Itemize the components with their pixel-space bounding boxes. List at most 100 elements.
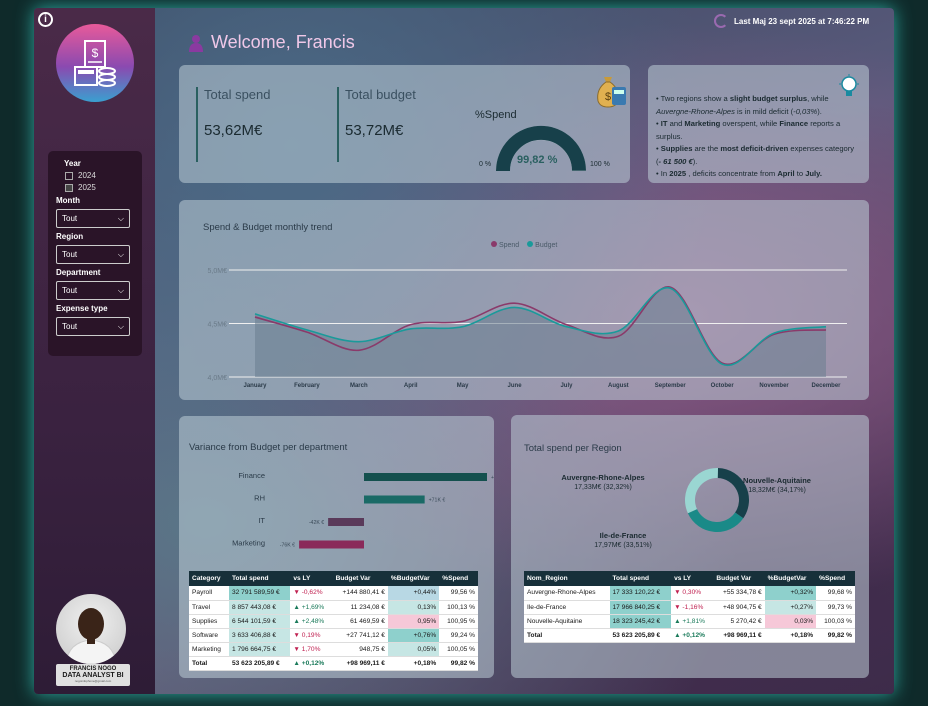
table-cell: 948,75 €: [332, 642, 388, 657]
table-row[interactable]: Supplies 6 544 101,59 € ▲ +2,48% 61 469,59 …: [189, 614, 478, 629]
profile-role: DATA ANALYST BI: [62, 672, 124, 679]
budget-area: [255, 287, 826, 377]
table-cell: 17 966 840,25 €: [609, 600, 672, 615]
table-row[interactable]: Marketing 1 796 664,75 € ▼ 1,70% 948,75 €0,…: [189, 642, 478, 657]
chevron-down-icon: ⌵: [117, 285, 124, 295]
table-cell: 61 469,59 €: [332, 614, 388, 629]
table-cell: 99,56 %: [439, 586, 478, 601]
table-row[interactable]: Payroll 32 791 589,59 € ▼ -0,62% +144 880,4…: [189, 586, 478, 601]
table-row[interactable]: Auvergne-Rhone-Alpes 17 333 120,22 € ▼ 0,3…: [524, 586, 855, 601]
pct-spend-value: 99,82 %: [517, 154, 558, 166]
donut-label-value: 17,97M€ (33,51%): [594, 542, 652, 549]
table-cell: 18 323 245,42 €: [609, 614, 672, 629]
gauge-max-label: 100 %: [590, 161, 610, 168]
table-cell: ▼ 0,19%: [290, 628, 333, 643]
table-cell: 99,82 %: [816, 627, 855, 643]
table-cell: ▲ +1,81%: [671, 614, 714, 629]
table-cell: 6 544 101,59 €: [228, 614, 291, 629]
variance-title: Variance from Budget per department: [189, 442, 348, 453]
x-tick-label: November: [759, 383, 789, 389]
month-dropdown[interactable]: Tout ⌵: [56, 209, 130, 228]
table-cell: Marketing: [189, 642, 229, 657]
last-update: Last Maj 23 sept 2025 at 7:46:22 PM: [714, 14, 869, 28]
department-dropdown[interactable]: Tout ⌵: [56, 281, 130, 300]
donut-slice[interactable]: [687, 509, 744, 532]
x-tick-label: June: [508, 383, 523, 389]
table-cell: ▼ -0,62%: [290, 586, 333, 601]
info-icon[interactable]: i: [38, 12, 53, 27]
total-budget-kpi: Total budget 53,72M€: [337, 87, 416, 162]
x-tick-label: March: [350, 383, 368, 389]
variance-bar[interactable]: [364, 495, 425, 504]
column-header[interactable]: %BudgetVar: [764, 571, 817, 586]
table-cell: 0,05%: [387, 642, 440, 657]
column-header[interactable]: vs LY: [671, 571, 714, 586]
y-tick-label: 4,5M€: [208, 322, 228, 329]
insight-item: Two regions show a slight budget surplus…: [656, 93, 856, 118]
column-header[interactable]: Nom_Region: [524, 571, 610, 586]
bar-category-label: Finance: [238, 471, 265, 480]
variance-bar[interactable]: [328, 518, 364, 526]
year-option-2024[interactable]: 2024: [65, 171, 134, 180]
column-header[interactable]: Category: [189, 571, 229, 586]
region-dropdown[interactable]: Tout ⌵: [56, 245, 130, 264]
column-header[interactable]: Budget Var: [332, 571, 388, 586]
table-cell: 17 333 120,22 €: [609, 586, 672, 601]
table-cell: Total: [189, 655, 229, 671]
bar-value-label: -76K €: [280, 543, 295, 549]
table-row[interactable]: Nouvelle-Aquitaine 18 323 245,42 € ▲ +1,81…: [524, 614, 855, 629]
table-cell: +48 904,75 €: [713, 600, 765, 615]
department-table: Category Total spend vs LY Budget Var %Budge…: [189, 571, 478, 671]
expense-filter-label: Expense type: [56, 304, 108, 313]
column-header[interactable]: Total spend: [609, 571, 672, 586]
column-header[interactable]: %BudgetVar: [387, 571, 440, 586]
money-bag-icon: $: [597, 77, 626, 108]
variance-bar[interactable]: [364, 473, 487, 481]
pct-spend-label: %Spend: [475, 109, 517, 121]
x-tick-label: August: [608, 383, 629, 389]
column-header[interactable]: %Spend: [439, 571, 478, 586]
table-row[interactable]: Ile-de-France 17 966 840,25 € ▼ -1,16% +48 …: [524, 600, 855, 615]
month-filter-label: Month: [56, 196, 80, 205]
refresh-icon[interactable]: [714, 14, 728, 28]
department-filter-label: Department: [56, 268, 101, 277]
expense-dropdown[interactable]: Tout ⌵: [56, 317, 130, 336]
insight-item: IT and Marketing overspent, while Financ…: [656, 118, 856, 143]
table-cell: Payroll: [189, 586, 229, 601]
table-cell: ▼ -1,16%: [671, 600, 714, 615]
region-table: Nom_Region Total spend vs LY Budget Var %Bud…: [524, 571, 855, 643]
table-cell: +0,44%: [387, 586, 440, 601]
table-row[interactable]: Software 3 633 406,88 € ▼ 0,19% +27 741,12 …: [189, 628, 478, 643]
table-cell: +0,18%: [764, 627, 817, 643]
svg-text:$: $: [605, 91, 611, 103]
table-cell: +0,32%: [764, 586, 817, 601]
table-cell: 32 791 589,59 €: [228, 586, 291, 601]
table-cell: ▲ +2,48%: [290, 614, 333, 629]
bar-category-label: Marketing: [232, 539, 265, 548]
filter-panel: Year 2024 2025 Month Tout ⌵ Region Tout ⌵ …: [48, 151, 142, 356]
kpi-card: Total spend 53,62M€ Total budget 53,72M€…: [179, 65, 630, 183]
column-header[interactable]: %Spend: [816, 571, 855, 586]
chevron-down-icon: ⌵: [117, 213, 124, 223]
profile-badge: FRANCIS NOGO DATA ANALYST BI nogoinfopho…: [56, 664, 130, 686]
y-tick-label: 4,0M€: [208, 375, 228, 382]
sidebar: i $ Year 2024 2025 Month Tout ⌵ Region To…: [34, 8, 155, 694]
variance-bar[interactable]: [299, 540, 364, 549]
table-cell: ▲ +1,69%: [290, 600, 333, 615]
budget-logo-icon: $: [56, 24, 134, 102]
checkbox-icon[interactable]: [65, 171, 73, 180]
table-cell: +27 741,12 €: [332, 628, 388, 643]
column-header[interactable]: Budget Var: [713, 571, 765, 586]
gauge-min-label: 0 %: [479, 161, 492, 168]
table-cell: ▼ 0,30%: [671, 586, 714, 601]
insight-item: In 2025 , deficits concentrate from Apri…: [656, 168, 856, 181]
column-header[interactable]: vs LY: [290, 571, 333, 586]
table-row[interactable]: Travel 8 857 443,08 € ▲ +1,69% 11 234,08 €0…: [189, 600, 478, 615]
table-cell: 100,05 %: [439, 642, 478, 657]
table-cell: 100,13 %: [439, 600, 478, 615]
donut-slice[interactable]: [685, 468, 719, 514]
table-cell: 53 623 205,89 €: [228, 655, 291, 671]
year-option-2025[interactable]: 2025: [65, 183, 134, 192]
column-header[interactable]: Total spend: [228, 571, 291, 586]
checkbox-icon[interactable]: [65, 183, 73, 192]
